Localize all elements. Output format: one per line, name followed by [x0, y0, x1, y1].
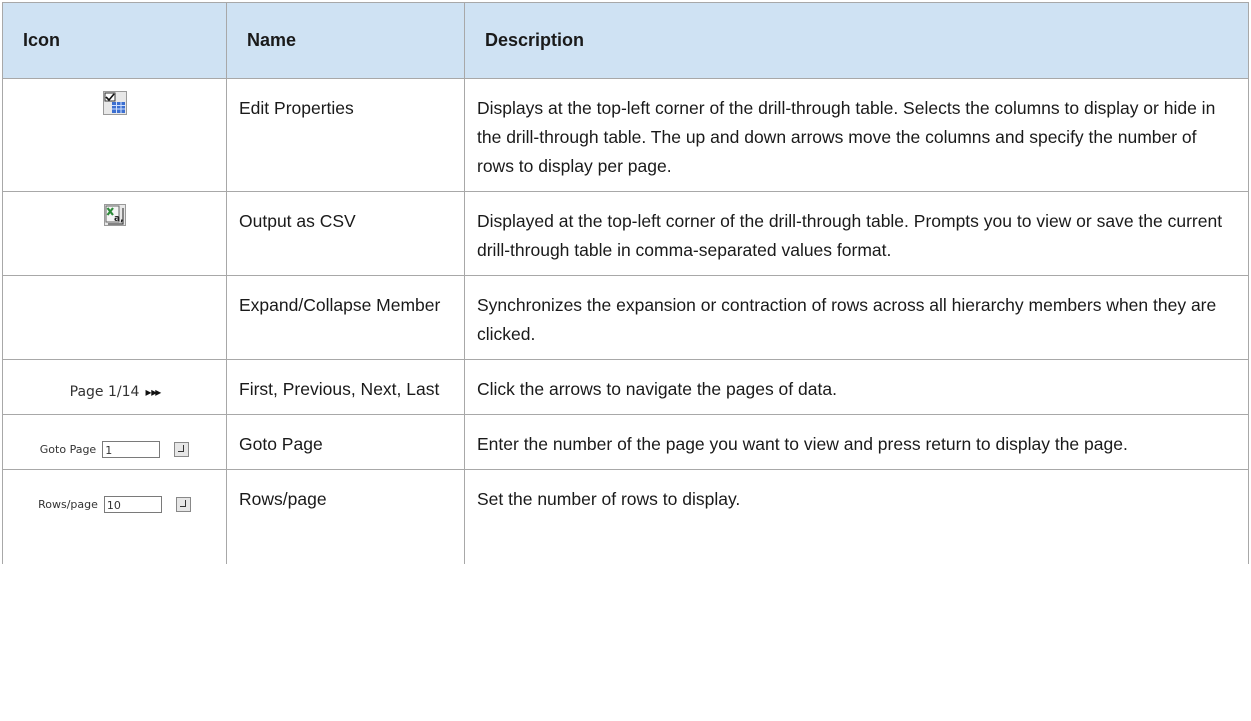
description-cell: Enter the number of the page you want to…	[464, 414, 1249, 470]
next-last-arrows-icon: ▸ ▸▸	[145, 385, 161, 399]
table-row: Edit Properties Displays at the top-left…	[2, 78, 1249, 192]
rows-per-page-input: 10	[103, 496, 162, 513]
header-icon: Icon	[2, 2, 227, 79]
name-cell: First, Previous, Next, Last	[226, 359, 465, 415]
name-cell: Edit Properties	[226, 78, 465, 192]
header-row: Icon Name Description	[2, 2, 1249, 79]
description-cell: Click the arrows to navigate the pages o…	[464, 359, 1249, 415]
return-key-icon	[175, 497, 191, 512]
description-cell: Synchronizes the expansion or contractio…	[464, 275, 1249, 360]
table-row: a, Output as CSV Displayed at the top-le…	[2, 191, 1249, 276]
goto-page-label: Goto Page	[39, 443, 97, 456]
table-row: Expand/Collapse Member Synchronizes the …	[2, 275, 1249, 360]
goto-page-icon: Goto Page 1	[39, 435, 190, 464]
table-row: Goto Page 1 Goto Page Enter the number o…	[2, 414, 1249, 470]
header-name: Name	[226, 2, 465, 79]
icon-cell: a,	[2, 191, 227, 276]
name-cell: Output as CSV	[226, 191, 465, 276]
icon-cell: Goto Page 1	[2, 414, 227, 470]
icon-cell: Page 1/14 ▸ ▸▸	[2, 359, 227, 415]
rows-per-page-icon: Rows/page 10	[38, 490, 191, 519]
output-csv-icon: a,	[103, 204, 126, 226]
edit-properties-icon	[102, 91, 127, 115]
page-navigation-icon: Page 1/14 ▸ ▸▸	[69, 378, 162, 407]
goto-page-input: 1	[102, 441, 161, 458]
table-row: Rows/page 10 Rows/page Set the number of…	[2, 469, 1249, 564]
name-cell: Expand/Collapse Member	[226, 275, 465, 360]
icon-cell: Rows/page 10	[2, 469, 227, 564]
description-cell: Set the number of rows to display.	[464, 469, 1249, 564]
svg-text:a,: a,	[114, 214, 124, 224]
icon-cell	[2, 275, 227, 360]
icon-cell	[2, 78, 227, 192]
page-indicator: Page 1/14	[69, 384, 140, 400]
table-header: Icon Name Description	[2, 2, 1249, 79]
name-cell: Goto Page	[226, 414, 465, 470]
header-description: Description	[464, 2, 1249, 79]
table-row: Page 1/14 ▸ ▸▸ First, Previous, Next, La…	[2, 359, 1249, 415]
return-key-icon	[174, 442, 190, 457]
name-cell: Rows/page	[226, 469, 465, 564]
description-cell: Displays at the top-left corner of the d…	[464, 78, 1249, 192]
description-cell: Displayed at the top-left corner of the …	[464, 191, 1249, 276]
reference-table: Icon Name Description Edit Properties Di…	[2, 2, 1249, 564]
rows-per-page-label: Rows/page	[38, 498, 98, 511]
